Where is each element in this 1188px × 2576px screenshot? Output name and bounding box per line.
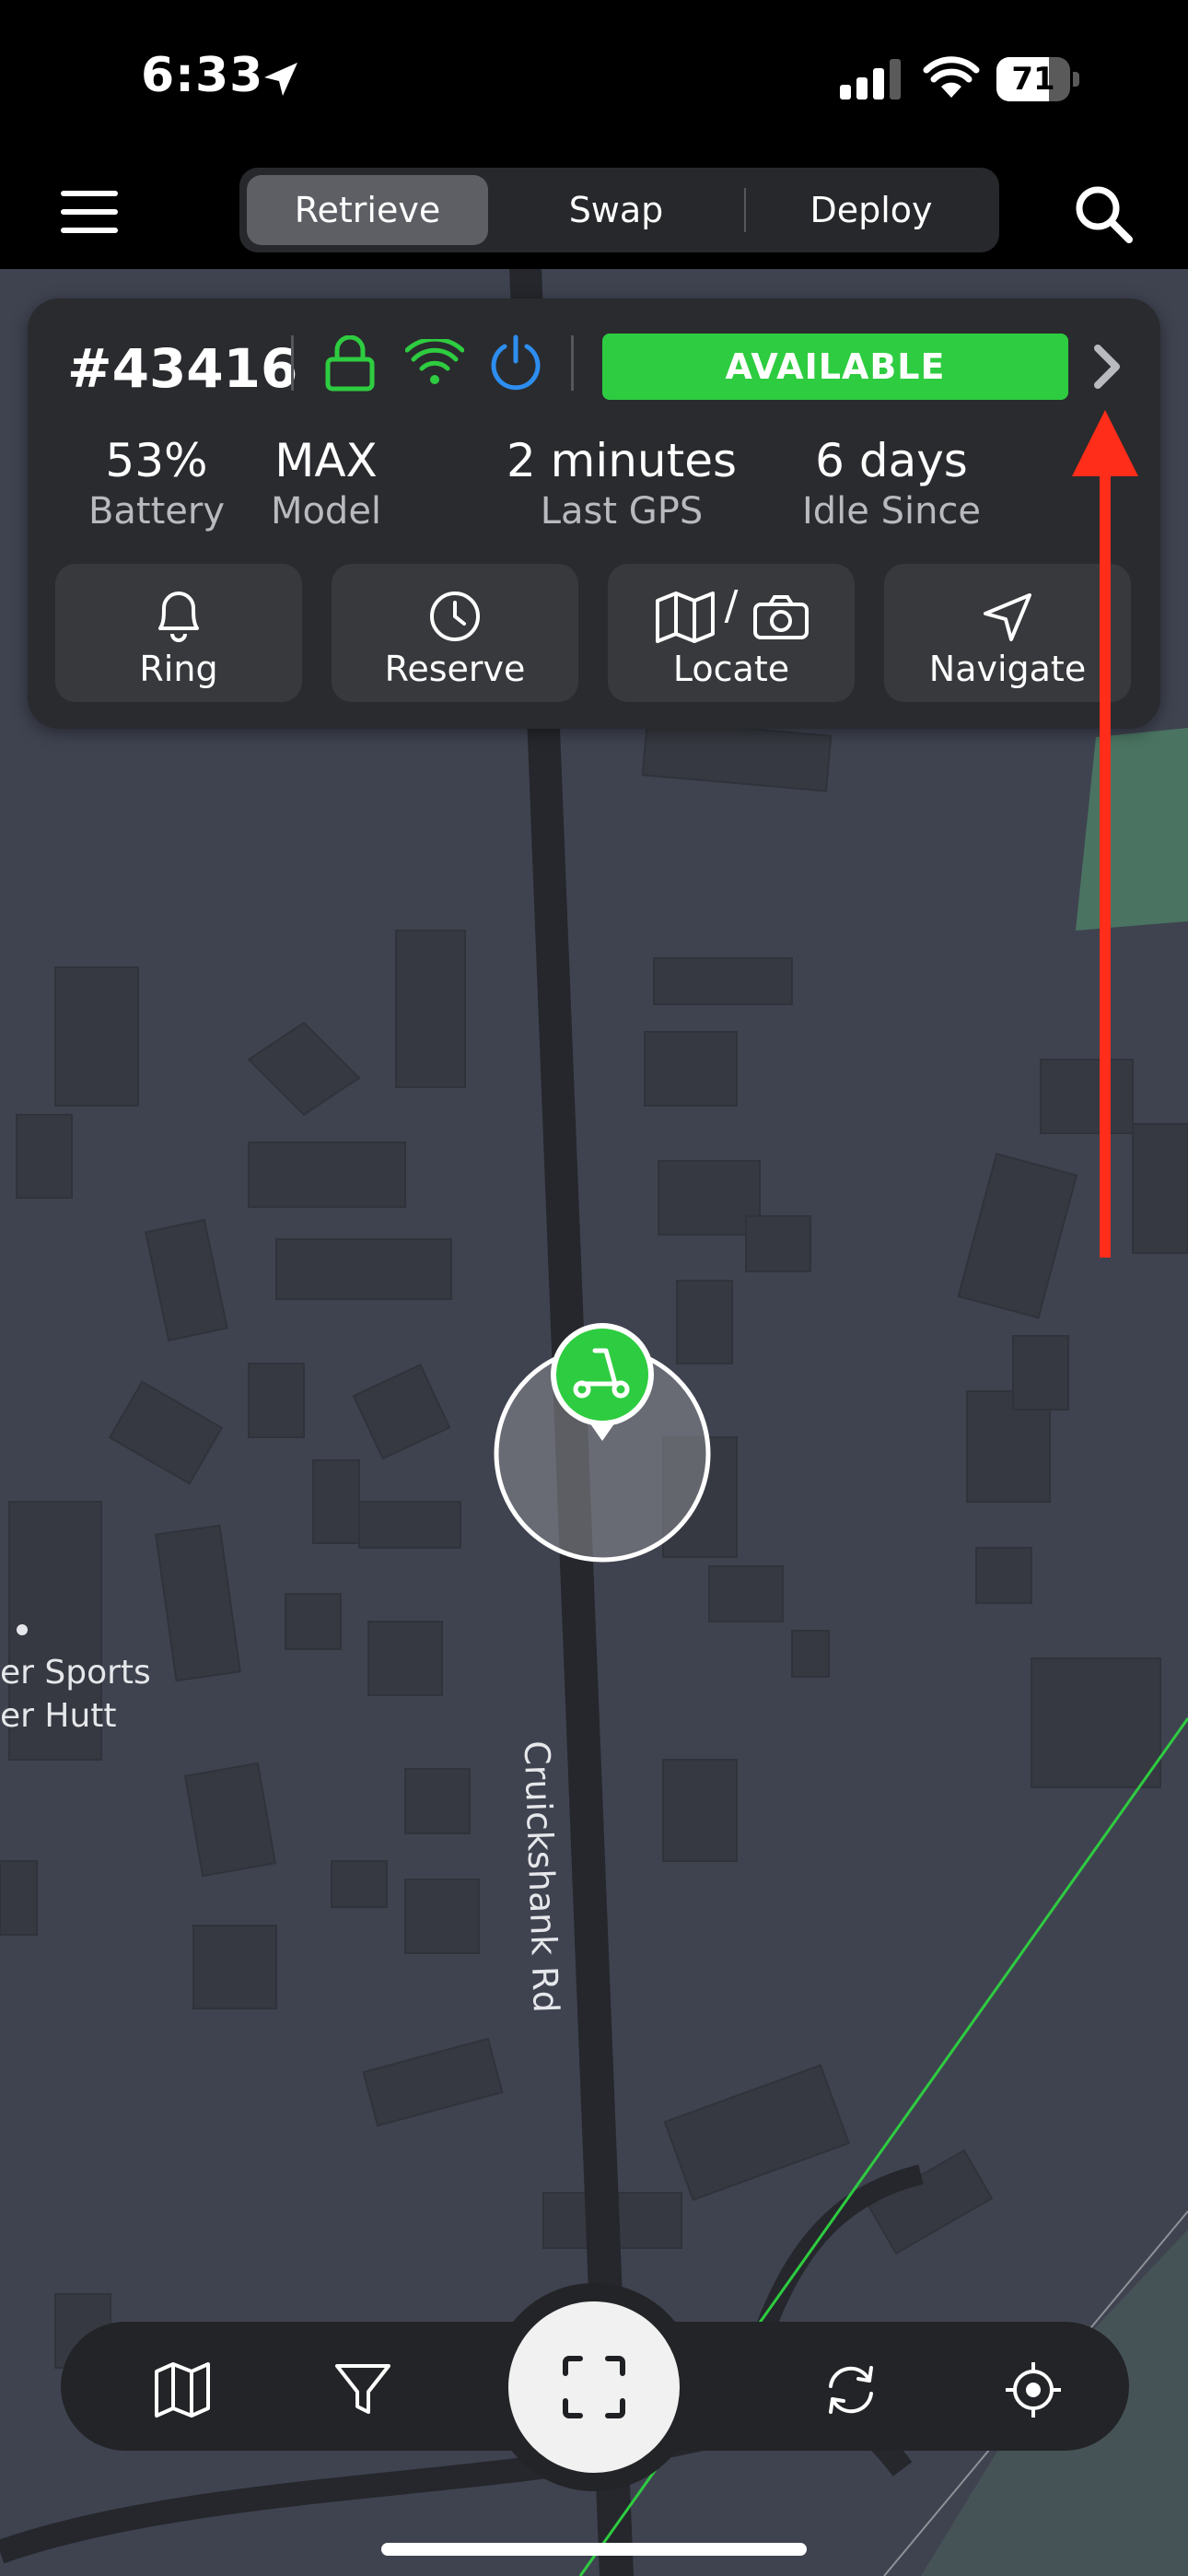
divider [291,335,294,391]
battery-icon: 71 [996,57,1081,101]
locate-crosshair-icon[interactable] [1004,2360,1063,2419]
ring-button[interactable]: Ring [55,564,302,702]
wifi-icon [923,56,980,98]
lock-icon [325,335,375,392]
scan-icon [563,2356,625,2418]
poi-dot [17,1624,28,1635]
tab-deploy[interactable]: Deploy [751,175,992,245]
stat-model-value: MAX [274,434,378,487]
refresh-icon[interactable] [821,2360,880,2419]
stat-last-gps-value: 2 minutes [506,434,738,487]
locate-separator: / [724,582,739,629]
stat-model-label: Model [270,490,382,533]
scooter-marker[interactable] [488,1317,718,1566]
stat-last-gps-label: Last GPS [540,490,704,533]
chevron-right-icon[interactable] [1087,339,1129,394]
reserve-button[interactable]: Reserve [332,564,578,702]
scooter-info-card: #43416 AVAILABLE 53% Battery MAX Model 2… [28,299,1160,729]
map-icon[interactable] [153,2360,212,2419]
mode-segmented-control: Retrieve Swap Deploy [239,168,999,252]
hamburger-menu-icon[interactable] [61,191,118,233]
home-indicator[interactable] [381,2543,807,2556]
clock-icon [430,591,480,641]
bell-icon [158,591,199,642]
stat-last-gps: 2 minutes Last GPS [493,433,751,534]
ring-label: Ring [139,649,218,689]
status-badge: AVAILABLE [602,334,1068,400]
stat-idle-since-label: Idle Since [801,490,982,533]
locate-button[interactable]: / Locate [608,564,855,702]
search-icon[interactable] [1074,184,1133,243]
battery-percent: 71 [1011,61,1055,98]
top-nav: Retrieve Swap Deploy [0,152,1188,269]
locate-label: Locate [672,649,790,689]
divider [571,335,574,391]
stat-idle-since: 6 days Idle Since [763,433,1020,534]
tab-swap[interactable]: Swap [495,175,737,245]
poi-label-line2: er Hutt [0,1697,117,1735]
poi-label-line1: er Sports [0,1654,151,1692]
annotation-arrow [1072,410,1138,1258]
wifi-icon [405,339,464,384]
cellular-signal-icon [840,59,901,100]
stat-idle-since-value: 6 days [815,434,968,487]
poi-label[interactable]: er Sports er Hutt [0,1651,151,1738]
status-bar: 6:33 71 [0,0,1188,152]
filter-icon[interactable] [333,2360,392,2419]
reserve-label: Reserve [384,649,526,689]
scooter-id: #43416 [67,337,298,400]
status-time: 6:33 [141,48,264,103]
power-icon [491,334,541,391]
tab-retrieve[interactable]: Retrieve [247,175,488,245]
tab-divider [744,188,746,232]
scan-button[interactable] [490,2283,698,2491]
location-arrow-icon [264,63,297,96]
stat-model: MAX Model [197,433,455,534]
